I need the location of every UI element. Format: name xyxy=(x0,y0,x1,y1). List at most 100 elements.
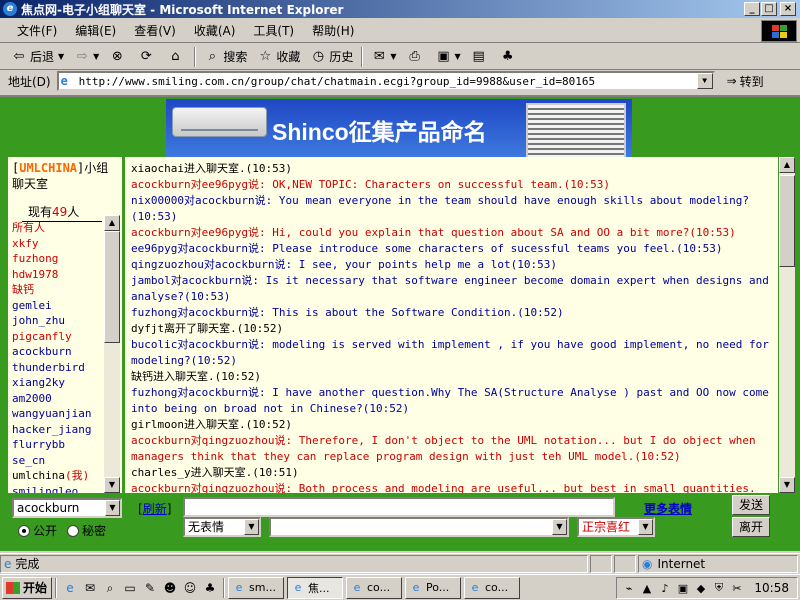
close-button[interactable]: × xyxy=(780,2,796,16)
taskbar-task-button[interactable]: e Po... xyxy=(405,576,461,599)
scroll-down-button[interactable]: ▼ xyxy=(779,477,795,493)
history-icon: ◷ xyxy=(312,48,325,64)
network-tray-icon[interactable]: ⌁ xyxy=(621,582,637,595)
home-button[interactable]: ⌂ xyxy=(162,46,191,68)
clock[interactable]: 10:58 xyxy=(754,581,789,595)
messenger-quicklaunch-icon[interactable]: ♣ xyxy=(201,579,219,597)
user-list-item[interactable]: umlchina(我) xyxy=(12,468,104,484)
taskbar-task-button[interactable]: e co... xyxy=(346,576,402,599)
public-radio[interactable]: 公开 xyxy=(18,522,57,539)
chevron-down-icon: ▼ xyxy=(58,52,65,61)
user-list-item[interactable]: fuzhong xyxy=(12,251,104,267)
messenger-button[interactable]: ♣ xyxy=(495,46,524,68)
taskbar-task-button[interactable]: e 焦... xyxy=(287,576,343,599)
menu-help[interactable]: 帮助(H) xyxy=(303,22,363,39)
banner-text: Shinco征集产品命名 xyxy=(272,119,487,145)
chat-message: xiaochai进入聊天室.(10:53) xyxy=(131,162,292,175)
user-list-item[interactable]: am2000 xyxy=(12,391,104,407)
stop-button[interactable]: ⊗ xyxy=(104,46,133,68)
back-button[interactable]: ⇦ 后退 ▼ xyxy=(6,46,69,68)
group-name[interactable]: UMLCHINA xyxy=(19,161,77,175)
taskbar-task-button[interactable]: e co... xyxy=(464,576,520,599)
user-list-item[interactable]: 所有人 xyxy=(12,220,104,236)
chevron-down-icon[interactable]: ▼ xyxy=(244,519,259,535)
home-icon: ⌂ xyxy=(171,48,180,64)
user-list-item[interactable]: flurrybb xyxy=(12,437,104,453)
leave-button[interactable]: 离开 xyxy=(732,517,770,537)
menu-edit[interactable]: 编辑(E) xyxy=(66,22,125,39)
search-button[interactable]: ⌕ 搜索 xyxy=(199,46,252,68)
history-button[interactable]: ◷ 历史 xyxy=(305,46,358,68)
taskbar-task-button[interactable]: e sm... xyxy=(228,576,284,599)
action-select[interactable]: ▼ xyxy=(269,517,569,537)
ime-tray-icon[interactable]: ◆ xyxy=(693,582,709,595)
tool-tray-icon[interactable]: ✂ xyxy=(729,582,745,595)
emote-select[interactable]: 无表情 ▼ xyxy=(183,517,261,537)
chevron-down-icon[interactable]: ▼ xyxy=(638,519,653,535)
send-button[interactable]: 发送 xyxy=(732,495,770,515)
window-icon: e xyxy=(353,580,361,594)
user-list-item[interactable]: se_cn xyxy=(12,453,104,469)
maximize-button[interactable]: □ xyxy=(761,2,777,16)
user-list-item[interactable]: hacker_jiang xyxy=(12,422,104,438)
scroll-down-button[interactable]: ▼ xyxy=(104,477,120,493)
refresh-link[interactable]: [刷新] xyxy=(138,500,171,517)
chevron-down-icon[interactable]: ▼ xyxy=(552,519,567,535)
search-quicklaunch-icon[interactable]: ⌕ xyxy=(101,579,119,597)
user-list-item[interactable]: wangyuanjian xyxy=(12,406,104,422)
taskbar: 开始 e ✉ ⌕ ▭ ✎ ☻ ☺ ♣ e sm... e 焦... e co... e Po.… xyxy=(0,574,800,600)
user-list-scrollbar[interactable]: ▲ ▼ xyxy=(104,215,120,493)
notepad-quicklaunch-icon[interactable]: ✎ xyxy=(141,579,159,597)
scroll-thumb[interactable] xyxy=(779,175,795,267)
display-tray-icon[interactable]: ▣ xyxy=(675,582,691,595)
mail-button[interactable]: ✉ ▼ xyxy=(366,46,401,68)
private-radio[interactable]: 秘密 xyxy=(67,522,106,539)
scroll-up-button[interactable]: ▲ xyxy=(104,215,120,231)
speaker-tray-icon[interactable]: ♪ xyxy=(657,582,673,595)
user-list-item[interactable]: 缺钙 xyxy=(12,282,104,298)
edit-button[interactable]: ▣ ▼ xyxy=(431,46,466,68)
user-list-item[interactable]: gemlei xyxy=(12,298,104,314)
go-button[interactable]: ⇒ 转到 xyxy=(727,73,764,90)
chat-quicklaunch-icon[interactable]: ☺ xyxy=(181,579,199,597)
menu-file[interactable]: 文件(F) xyxy=(8,22,66,39)
chevron-down-icon[interactable]: ▼ xyxy=(105,500,120,516)
ad-banner[interactable]: Shinco征集产品命名 xyxy=(166,99,632,159)
recipient-select[interactable]: acockburn ▼ xyxy=(12,498,122,518)
user-list-item[interactable]: acockburn xyxy=(12,344,104,360)
address-dropdown-button[interactable]: ▼ xyxy=(696,73,713,89)
page-icon: e xyxy=(60,74,68,88)
scroll-thumb[interactable] xyxy=(104,231,120,343)
menu-favorites[interactable]: 收藏(A) xyxy=(185,22,245,39)
user-list-item[interactable]: john_zhu xyxy=(12,313,104,329)
ie-quicklaunch-icon[interactable]: e xyxy=(61,579,79,597)
shield-tray-icon[interactable]: ⛨ xyxy=(711,581,727,595)
user-list-item[interactable]: hdw1978 xyxy=(12,267,104,283)
message-input[interactable] xyxy=(183,497,615,517)
chat-scrollbar[interactable]: ▲ ▼ xyxy=(779,157,795,493)
scroll-up-button[interactable]: ▲ xyxy=(779,157,795,173)
user-list-item[interactable]: xiang2ky xyxy=(12,375,104,391)
user-list-item[interactable]: thunderbird xyxy=(12,360,104,376)
minimize-button[interactable]: _ xyxy=(744,2,760,16)
more-emotes-link[interactable]: 更多表情 xyxy=(644,500,692,517)
user-list-item[interactable]: xkfy xyxy=(12,236,104,252)
favorites-button[interactable]: ☆ 收藏 xyxy=(252,46,305,68)
outlook-quicklaunch-icon[interactable]: ✉ xyxy=(81,579,99,597)
start-button[interactable]: 开始 xyxy=(2,576,52,599)
user-list-item[interactable]: smilingleo xyxy=(12,484,104,494)
forward-button[interactable]: ⇨ ▼ xyxy=(69,46,104,68)
refresh-page-button[interactable]: ⟳ xyxy=(133,46,162,68)
address-url: http://www.smiling.com.cn/group/chat/cha… xyxy=(78,74,596,88)
menu-view[interactable]: 查看(V) xyxy=(125,22,185,39)
menu-tools[interactable]: 工具(T) xyxy=(244,22,303,39)
explorer-quicklaunch-icon[interactable]: ▭ xyxy=(121,579,139,597)
qq-quicklaunch-icon[interactable]: ☻ xyxy=(161,579,179,597)
discuss-button[interactable]: ▤ xyxy=(466,46,495,68)
address-input[interactable]: e http://www.smiling.com.cn/group/chat/c… xyxy=(56,71,715,91)
print-button[interactable]: ⎙ xyxy=(402,46,431,68)
user-list-item[interactable]: pigcanfly xyxy=(12,329,104,345)
color-select[interactable]: 正宗喜红 ▼ xyxy=(577,517,655,537)
edit-page-icon: ▣ xyxy=(437,48,450,64)
antivirus-tray-icon[interactable]: ▲ xyxy=(639,582,655,595)
